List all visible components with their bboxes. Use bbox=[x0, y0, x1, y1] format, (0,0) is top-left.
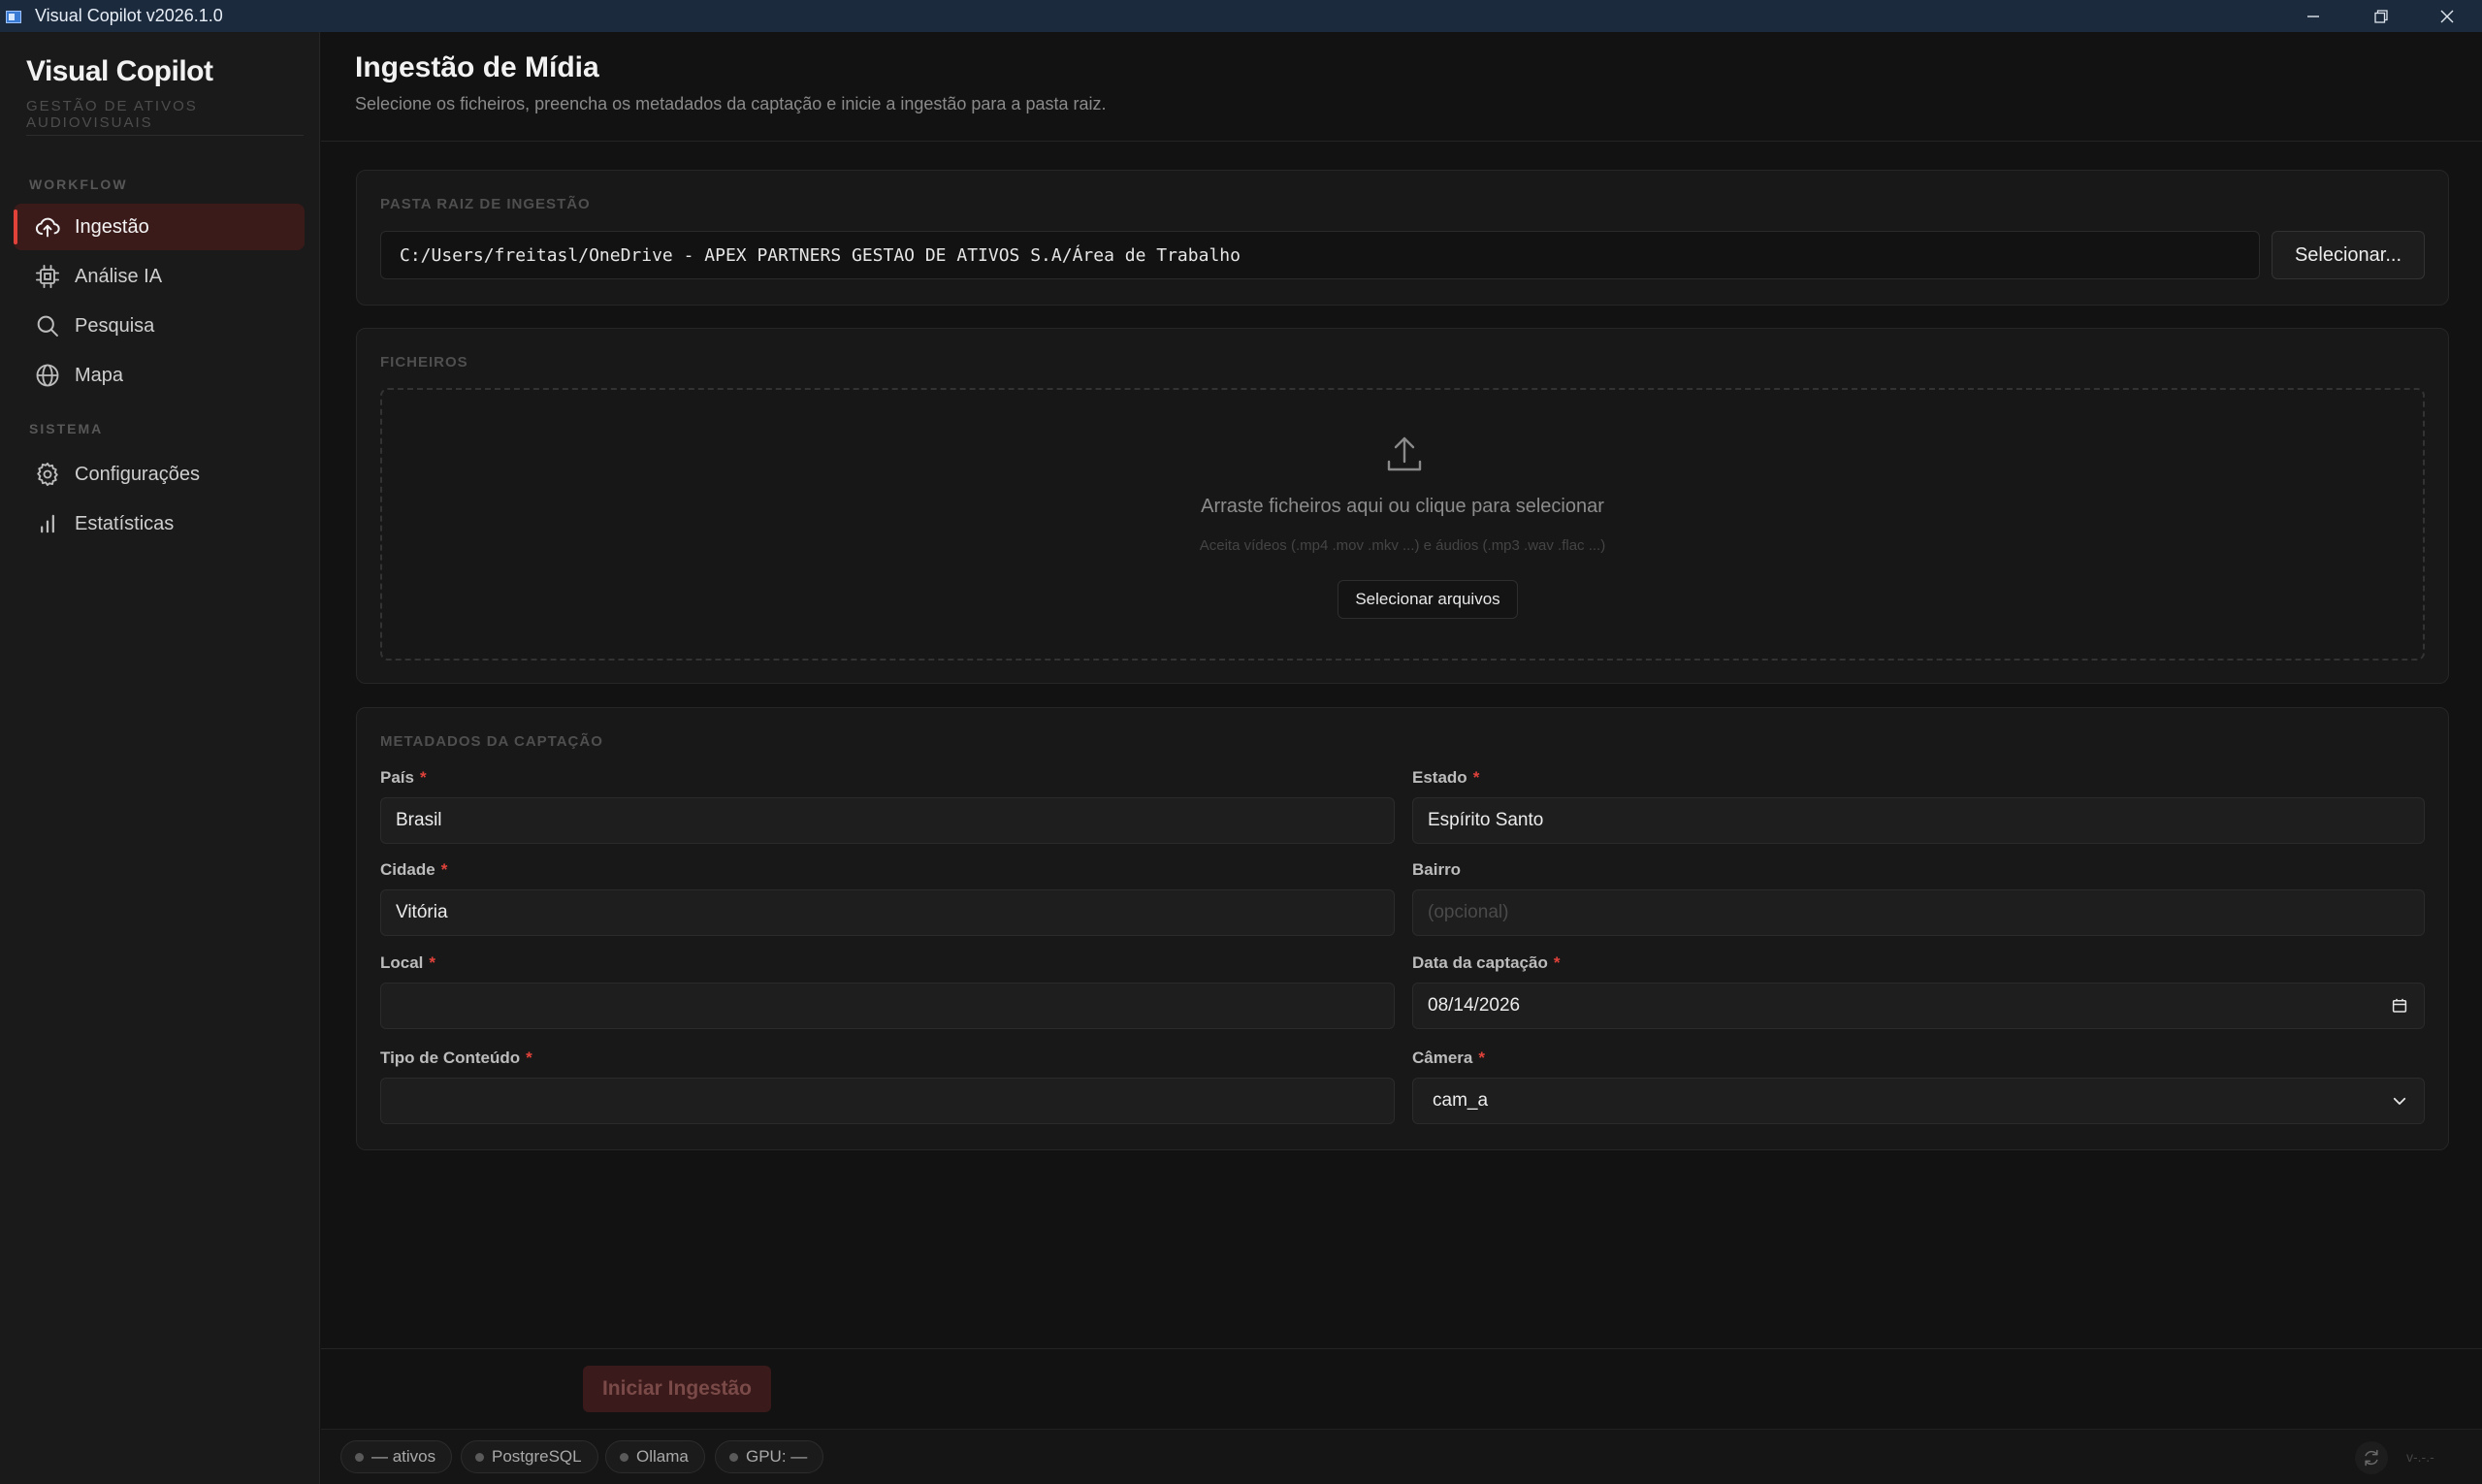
sidebar-item-configuracoes[interactable]: Configurações bbox=[14, 451, 305, 498]
date-value: 08/14/2026 bbox=[1428, 995, 1521, 1016]
status-chip-ativos: — ativos bbox=[340, 1440, 453, 1473]
status-dot bbox=[620, 1452, 629, 1462]
sidebar-item-label: Ingestão bbox=[75, 215, 149, 238]
card-label: PASTA RAIZ DE INGESTÃO bbox=[380, 196, 591, 212]
sidebar-item-label: Estatísticas bbox=[75, 512, 175, 534]
tipo-conteudo-label: Tipo de Conteúdo * bbox=[380, 1048, 532, 1067]
camera-selected-value: cam_a bbox=[1433, 1090, 1489, 1111]
app-icon bbox=[6, 9, 23, 24]
select-folder-button[interactable]: Selecionar... bbox=[2272, 231, 2425, 279]
tipo-conteudo-field[interactable] bbox=[380, 1078, 1395, 1124]
section-label-sistema: SISTEMA bbox=[29, 421, 104, 436]
local-field[interactable] bbox=[380, 983, 1395, 1029]
calendar-icon[interactable] bbox=[2389, 995, 2410, 1016]
pais-label: País * bbox=[380, 768, 427, 787]
cidade-label: Cidade * bbox=[380, 860, 448, 879]
data-captacao-label: Data da captação * bbox=[1412, 953, 1561, 972]
sidebar-item-label: Análise IA bbox=[75, 265, 163, 287]
divider bbox=[26, 135, 304, 136]
status-chip-ollama: Ollama bbox=[605, 1440, 705, 1473]
status-dot bbox=[355, 1452, 364, 1462]
estado-label: Estado * bbox=[1412, 768, 1480, 787]
window-title: Visual Copilot v2026.1.0 bbox=[35, 6, 223, 25]
files-card: FICHEIROS Arraste ficheiros aqui ou cliq… bbox=[356, 328, 2449, 684]
gear-icon bbox=[34, 461, 61, 488]
status-dot bbox=[475, 1452, 484, 1462]
sidebar-item-estatisticas[interactable]: Estatísticas bbox=[14, 500, 305, 547]
start-ingestion-button[interactable]: Iniciar Ingestão bbox=[583, 1366, 771, 1412]
brand-subtitle: GESTÃO DE ATIVOS AUDIOVISUAIS bbox=[26, 98, 198, 131]
dropzone-hint: Aceita vídeos (.mp4 .mov .mkv ...) e áud… bbox=[1199, 537, 1606, 554]
card-label: METADADOS DA CAPTAÇÃO bbox=[380, 733, 603, 750]
minimize-icon[interactable] bbox=[2279, 0, 2347, 32]
main-content: Ingestão de Mídia Selecione os ficheiros… bbox=[321, 32, 2482, 1484]
page-header: Ingestão de Mídia Selecione os ficheiros… bbox=[321, 32, 2482, 142]
section-label-workflow: WORKFLOW bbox=[29, 177, 128, 192]
status-bar: — ativos PostgreSQL Ollama GPU: — v-.-.- bbox=[321, 1429, 2482, 1484]
status-chip-gpu: GPU: — bbox=[715, 1440, 824, 1473]
root-folder-card: PASTA RAIZ DE INGESTÃO C:/Users/freitasl… bbox=[356, 170, 2449, 306]
camera-label: Câmera * bbox=[1412, 1048, 1485, 1067]
brand: Visual Copilot GESTÃO DE ATIVOS AUDIOVIS… bbox=[26, 55, 319, 131]
cloud-upload-icon bbox=[34, 213, 61, 241]
chevron-down-icon bbox=[2389, 1090, 2410, 1112]
dropzone-title: Arraste ficheiros aqui ou clique para se… bbox=[1201, 496, 1604, 517]
brand-name: Visual Copilot bbox=[26, 55, 213, 87]
metadata-card: METADADOS DA CAPTAÇÃO País * Brasil Estad… bbox=[356, 707, 2449, 1150]
pais-field[interactable]: Brasil bbox=[380, 797, 1395, 844]
cidade-field[interactable]: Vitória bbox=[380, 889, 1395, 936]
cpu-chip-icon bbox=[34, 263, 61, 290]
sidebar-item-analise-ia[interactable]: Análise IA bbox=[14, 253, 305, 300]
bairro-label: Bairro bbox=[1412, 860, 1462, 879]
refresh-icon[interactable] bbox=[2355, 1441, 2388, 1474]
sidebar-item-mapa[interactable]: Mapa bbox=[14, 352, 305, 399]
restore-icon[interactable] bbox=[2347, 0, 2415, 32]
page-title: Ingestão de Mídia bbox=[355, 51, 599, 83]
estado-field[interactable]: Espírito Santo bbox=[1412, 797, 2425, 844]
status-chip-postgresql: PostgreSQL bbox=[461, 1440, 598, 1473]
file-dropzone[interactable]: Arraste ficheiros aqui ou clique para se… bbox=[380, 388, 2425, 661]
close-icon[interactable] bbox=[2413, 0, 2481, 32]
sidebar: Visual Copilot GESTÃO DE ATIVOS AUDIOVIS… bbox=[0, 32, 320, 1484]
card-label: FICHEIROS bbox=[380, 354, 468, 371]
sidebar-item-pesquisa[interactable]: Pesquisa bbox=[14, 303, 305, 349]
bar-chart-icon bbox=[34, 510, 61, 537]
camera-select[interactable]: cam_a bbox=[1412, 1078, 2425, 1124]
divider bbox=[321, 1348, 2482, 1349]
page-subtitle: Selecione os ficheiros, preencha os meta… bbox=[355, 94, 1107, 113]
local-label: Local * bbox=[380, 953, 436, 972]
root-folder-path-field[interactable]: C:/Users/freitasl/OneDrive - APEX PARTNE… bbox=[380, 231, 2260, 279]
sidebar-item-label: Pesquisa bbox=[75, 314, 155, 337]
sidebar-item-label: Mapa bbox=[75, 364, 124, 386]
status-dot bbox=[729, 1452, 738, 1462]
bairro-field[interactable]: (opcional) bbox=[1412, 889, 2425, 936]
window-titlebar: Visual Copilot v2026.1.0 bbox=[0, 0, 2482, 32]
select-files-button[interactable]: Selecionar arquivos bbox=[1338, 580, 1518, 619]
search-icon bbox=[34, 312, 61, 339]
data-captacao-field[interactable]: 08/14/2026 bbox=[1412, 983, 2425, 1029]
upload-icon bbox=[1381, 433, 1428, 479]
sidebar-item-label: Configurações bbox=[75, 463, 200, 485]
sidebar-item-ingestao[interactable]: Ingestão bbox=[14, 204, 305, 250]
globe-icon bbox=[34, 362, 61, 389]
version-label: v-.-.- bbox=[2406, 1449, 2434, 1465]
